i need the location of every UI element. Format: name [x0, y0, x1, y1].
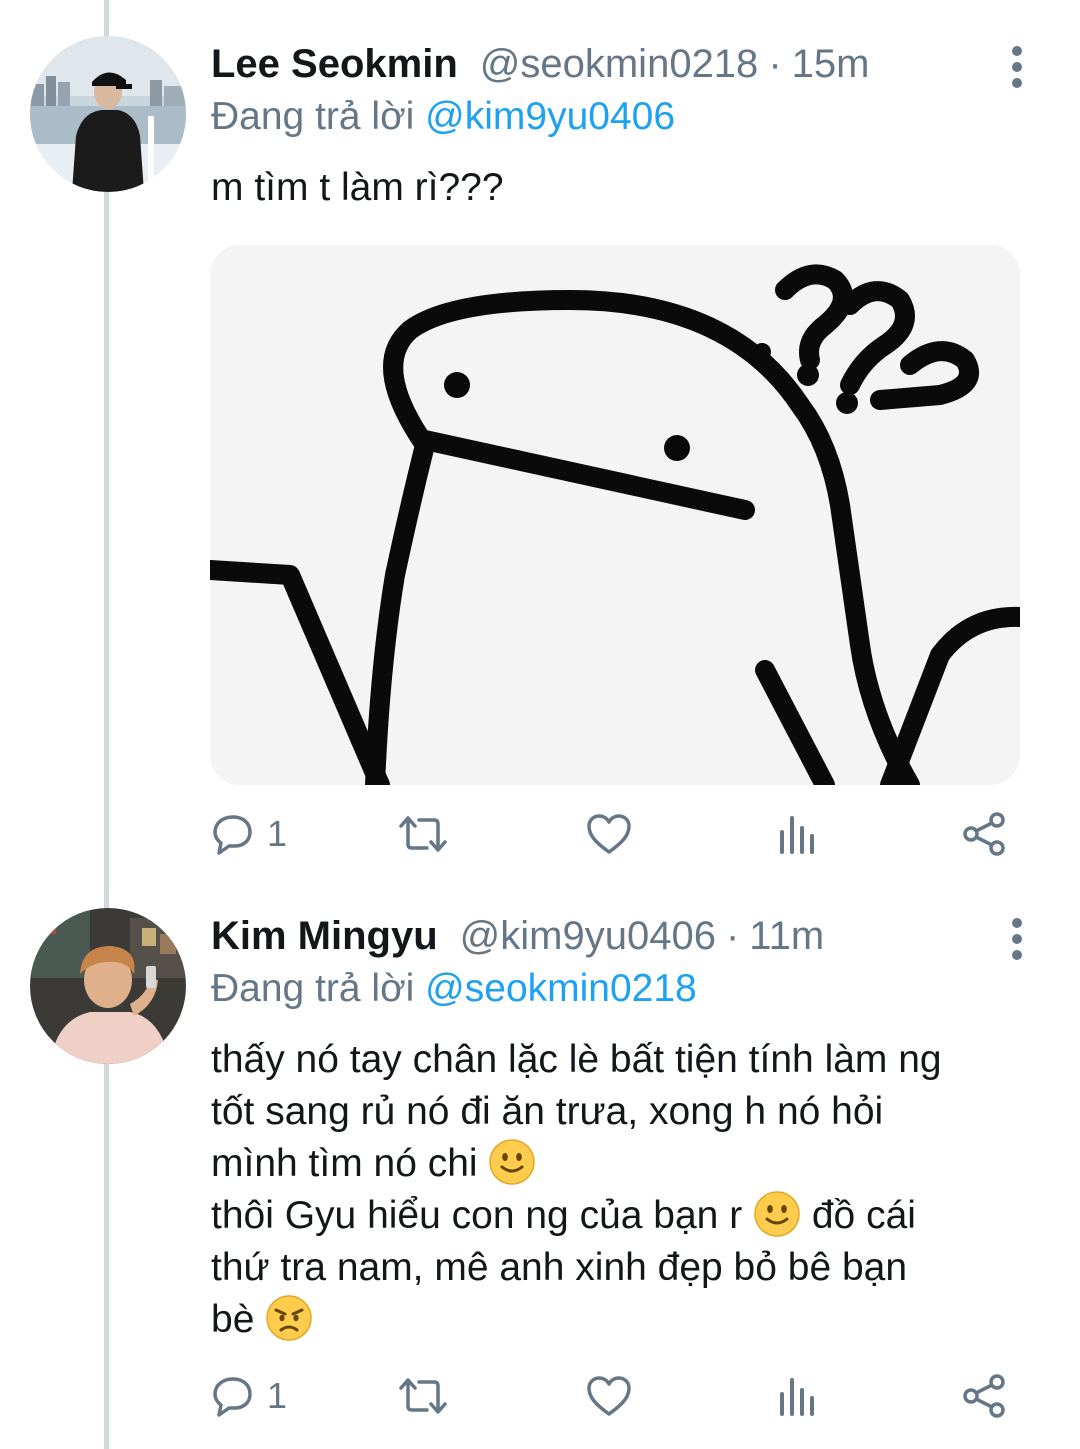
tweet-text-part: thôi Gyu hiểu con ng của bạn r [211, 1194, 743, 1237]
tweet[interactable]: Kim Mingyu @kim9yu0406 · 11m Đang trả lờ… [0, 890, 1080, 1449]
separator-dot: · [725, 914, 740, 958]
angry-emoji [265, 1294, 313, 1342]
like-icon [585, 1374, 633, 1418]
author-handle[interactable]: @kim9yu0406 [460, 914, 716, 959]
analytics-icon [777, 1374, 817, 1418]
timestamp[interactable]: 11m [749, 914, 824, 959]
slightly-smiling-emoji [753, 1190, 801, 1238]
reply-button[interactable]: 1 [211, 806, 287, 862]
share-icon [961, 811, 1007, 857]
analytics-icon [777, 812, 817, 856]
replying-to: Đang trả lời @kim9yu0406 [211, 95, 675, 139]
like-icon [585, 812, 633, 856]
reply-count: 1 [267, 1375, 288, 1416]
separator-dot: · [768, 42, 782, 86]
avatar[interactable] [30, 908, 186, 1064]
like-button[interactable] [585, 806, 633, 862]
avatar[interactable] [30, 36, 186, 192]
timestamp[interactable]: 15m [792, 42, 870, 87]
author-name[interactable]: Lee Seokmin [211, 42, 458, 87]
author-handle[interactable]: @seokmin0218 [480, 42, 759, 87]
tweet-actions: 1 [211, 1368, 1011, 1424]
reply-button[interactable]: 1 [211, 1368, 287, 1424]
replying-to-label: Đang trả lời [211, 967, 415, 1010]
retweet-icon [397, 1374, 449, 1418]
share-icon [961, 1373, 1007, 1419]
author-name[interactable]: Kim Mingyu [211, 914, 438, 959]
slightly-smiling-emoji [488, 1138, 536, 1186]
retweet-button[interactable] [397, 1368, 449, 1424]
reply-count: 1 [267, 813, 288, 854]
replying-to-mention[interactable]: @kim9yu0406 [425, 95, 675, 138]
share-button[interactable] [961, 806, 1007, 862]
share-button[interactable] [961, 1368, 1007, 1424]
replying-to-mention[interactable]: @seokmin0218 [425, 967, 697, 1010]
tweet[interactable]: Lee Seokmin @seokmin0218 · 15m Đang trả … [0, 0, 1080, 890]
tweet-actions: 1 [211, 806, 1011, 862]
more-icon[interactable] [1002, 42, 1032, 92]
tweet-text-part: thấy nó tay chân lặc lè bất tiện tính là… [211, 1038, 942, 1185]
replying-to-label: Đang trả lời [211, 95, 415, 138]
analytics-button[interactable] [777, 1368, 817, 1424]
reply-icon [211, 812, 255, 856]
tweet-text: thấy nó tay chân lặc lè bất tiện tính là… [211, 1034, 1041, 1346]
retweet-button[interactable] [397, 806, 449, 862]
replying-to: Đang trả lời @seokmin0218 [211, 967, 697, 1011]
analytics-button[interactable] [777, 806, 817, 862]
retweet-icon [397, 812, 449, 856]
like-button[interactable] [585, 1368, 633, 1424]
tweet-text: m tìm t làm rì??? [211, 166, 504, 209]
more-icon[interactable] [1002, 914, 1032, 964]
reply-icon [211, 1374, 255, 1418]
tweet-image[interactable] [210, 245, 1020, 785]
